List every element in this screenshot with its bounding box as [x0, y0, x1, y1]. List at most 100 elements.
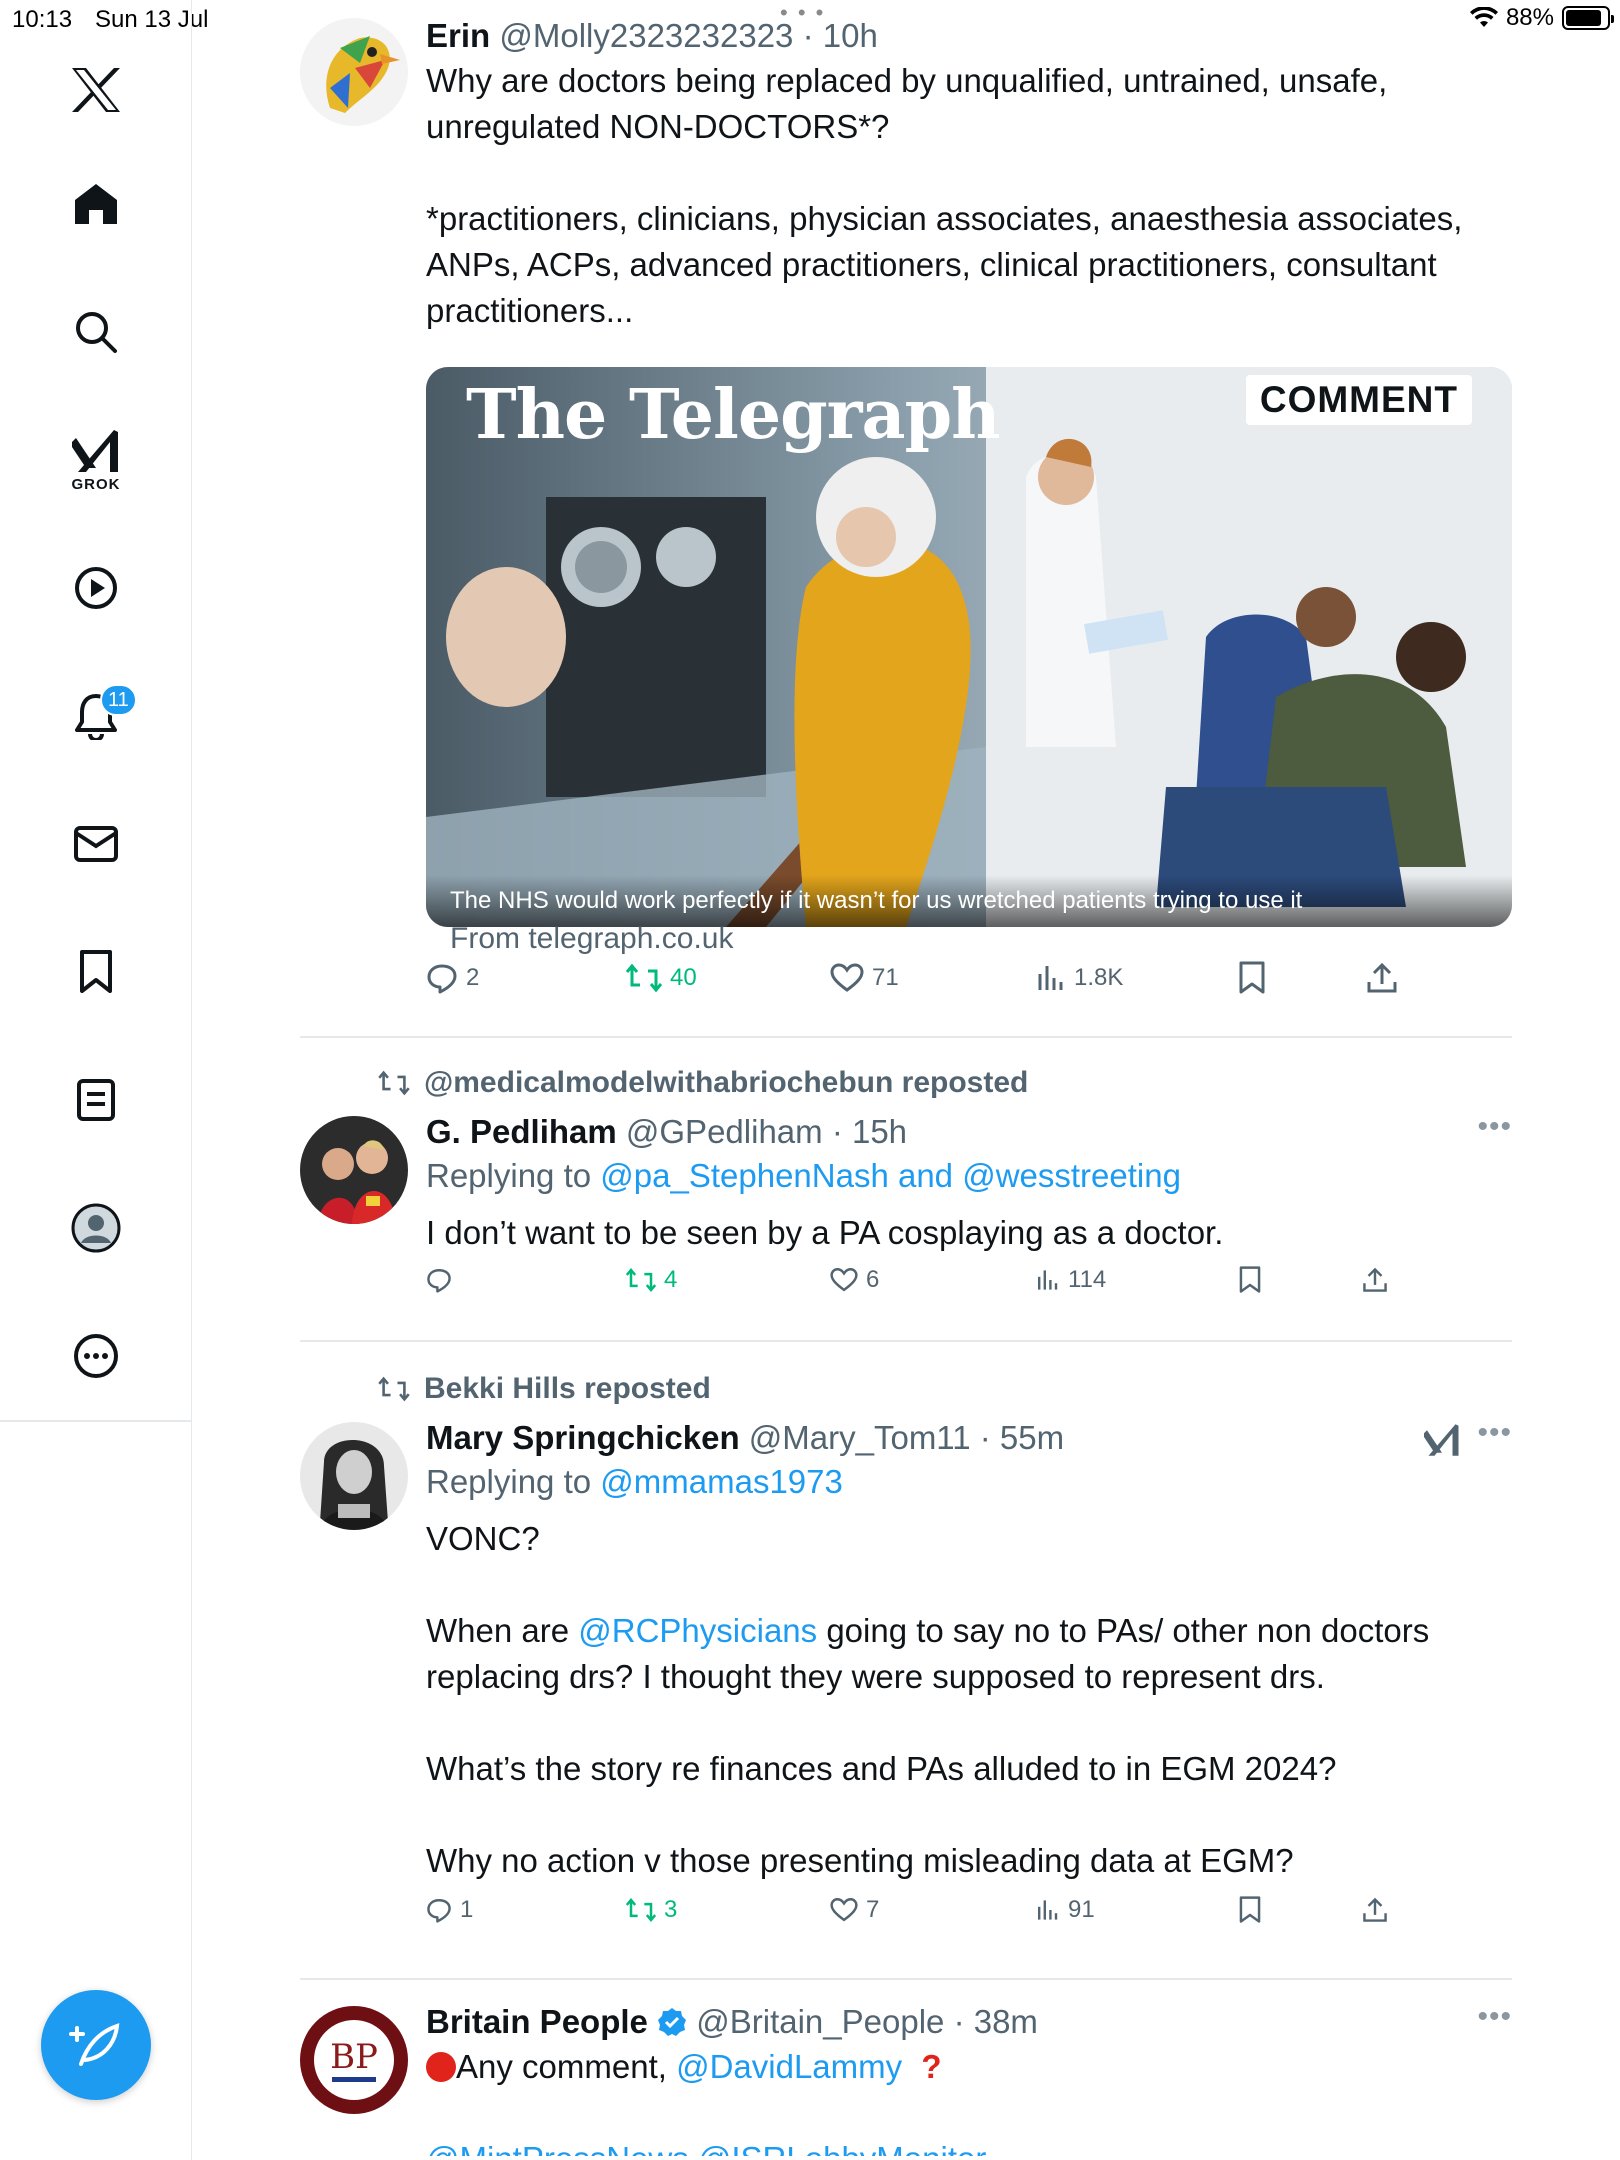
author-name[interactable]: G. Pedliham — [426, 1113, 617, 1150]
tweet-text-line1: VONC? — [426, 1520, 540, 1557]
views-icon — [1038, 966, 1063, 990]
sidebar-divider — [0, 1420, 192, 1422]
replying-to: Replying to @pa_StephenNash and @wesstre… — [426, 1154, 1512, 1198]
tweet-text: Any comment, @DavidLammy ? — [426, 2044, 1512, 2090]
mention-link[interactable]: @RCPhysicians — [578, 1612, 817, 1649]
compose-post-button[interactable] — [41, 1990, 151, 2100]
author-handle[interactable]: @GPedliham — [626, 1113, 823, 1150]
search-icon[interactable] — [56, 292, 136, 372]
views-icon — [1038, 1900, 1058, 1920]
reply-icon — [427, 964, 457, 994]
bookmark-button[interactable] — [1238, 961, 1266, 995]
mention-link[interactable]: @DavidLammy — [676, 2048, 902, 2085]
tweet-time[interactable]: · 15h — [832, 1113, 907, 1150]
share-icon — [1367, 962, 1397, 993]
home-icon[interactable] — [56, 164, 136, 244]
reply-button[interactable]: 2 — [426, 962, 479, 994]
author-handle[interactable]: @Molly2323232323 — [499, 17, 793, 54]
like-button[interactable]: 7 — [830, 1896, 879, 1924]
grok-explain-icon[interactable] — [1424, 1422, 1460, 1458]
author-name[interactable]: Mary Springchicken — [426, 1419, 740, 1456]
author-name[interactable]: Erin — [426, 17, 490, 54]
avatar[interactable]: BP — [300, 2006, 408, 2114]
tweet-text-line2: When are @RCPhysicians going to say no t… — [426, 1608, 1512, 1700]
heart-icon — [830, 1268, 858, 1292]
tweet-mary-springchicken[interactable]: Mary Springchicken @Mary_Tom11 · 55m Rep… — [300, 1416, 1512, 1976]
reply-button[interactable] — [426, 1267, 460, 1293]
share-button[interactable] — [1362, 1897, 1388, 1923]
image-caption: The NHS would work perfectly if it wasn’… — [426, 875, 1512, 927]
bookmark-button[interactable] — [1238, 1896, 1262, 1924]
lists-icon[interactable] — [56, 1060, 136, 1140]
bookmark-icon — [1239, 961, 1265, 994]
repost-attribution[interactable]: Bekki Hills reposted — [378, 1372, 711, 1406]
repost-icon — [378, 1070, 410, 1096]
avatar[interactable] — [300, 1422, 408, 1530]
like-button[interactable]: 6 — [830, 1266, 879, 1294]
repost-button[interactable]: 4 — [626, 1266, 677, 1294]
tweet-text: I don’t want to be seen by a PA cosplayi… — [426, 1214, 1224, 1251]
reply-button[interactable]: 1 — [426, 1896, 473, 1924]
replying-to: Replying to @mmamas1973 — [426, 1460, 1512, 1504]
avatar-initials: BP — [330, 2036, 378, 2077]
more-options-icon[interactable]: ••• — [1477, 1416, 1512, 1450]
tweet-header: Erin @Molly2323232323 · 10h — [426, 14, 1512, 58]
views-button[interactable]: 91 — [1036, 1896, 1095, 1924]
notifications-badge: 11 — [100, 684, 137, 716]
tweet-britain-people[interactable]: BP Britain People @Britain_People · 38m … — [300, 2000, 1512, 2160]
more-options-icon[interactable]: ••• — [1477, 2000, 1512, 2034]
messages-icon[interactable] — [56, 804, 136, 884]
grok-icon[interactable]: GROK — [56, 410, 136, 510]
video-icon[interactable] — [56, 548, 136, 628]
replying-to-link[interactable]: @mmamas1973 — [600, 1463, 843, 1500]
more-menu-icon[interactable] — [56, 1316, 136, 1396]
tweet-time[interactable]: · 55m — [980, 1419, 1064, 1456]
views-count: 114 — [1068, 1266, 1107, 1293]
author-name[interactable]: Britain People — [426, 2003, 648, 2040]
tweet-time[interactable]: · 10h — [803, 17, 878, 54]
repost-button[interactable]: 40 — [626, 963, 697, 993]
tweet-time[interactable]: · 38m — [954, 2003, 1038, 2040]
battery-icon — [1562, 6, 1614, 30]
views-count: 91 — [1068, 1896, 1095, 1923]
replying-prefix: Replying to — [426, 1157, 601, 1194]
views-button[interactable]: 114 — [1036, 1266, 1106, 1294]
link-source[interactable]: From telegraph.co.uk — [450, 922, 733, 956]
author-handle[interactable]: @Mary_Tom11 — [749, 1419, 971, 1456]
repost-attribution[interactable]: @medicalmodelwithabriochebun reposted — [378, 1066, 1028, 1100]
link-card-image[interactable]: The Telegraph COMMENT The NHS would work… — [426, 367, 1512, 927]
repost-icon — [378, 1376, 410, 1402]
share-button[interactable] — [1366, 962, 1398, 994]
avatar[interactable] — [300, 1116, 408, 1224]
repost-button[interactable]: 3 — [626, 1896, 677, 1924]
more-options-icon[interactable]: ••• — [1477, 1110, 1512, 1144]
compose-feather-icon — [69, 2023, 120, 2066]
bookmark-button[interactable] — [1238, 1266, 1262, 1294]
profile-icon[interactable] — [56, 1188, 136, 1268]
like-count: 6 — [866, 1266, 880, 1293]
repost-count: 40 — [670, 964, 697, 991]
verified-badge-icon — [658, 2008, 687, 2036]
avatar[interactable] — [300, 18, 408, 126]
tweet-separator — [300, 1036, 1512, 1038]
author-handle[interactable]: @Britain_People — [696, 2003, 944, 2040]
share-button[interactable] — [1362, 1267, 1388, 1293]
views-button[interactable]: 1.8K — [1036, 964, 1123, 992]
views-count: 1.8K — [1074, 964, 1124, 991]
tweet-pedliham[interactable]: G. Pedliham @GPedliham · 15h Replying to… — [300, 1110, 1512, 1330]
tweet-separator — [300, 1978, 1512, 1980]
replying-to-link[interactable]: @pa_StephenNash and @wesstreeting — [600, 1157, 1181, 1194]
reply-icon — [427, 1899, 451, 1923]
notifications-icon[interactable]: 11 — [56, 676, 137, 756]
tweet-text-footnote: *practitioners, clinicians, physician as… — [426, 200, 1463, 329]
repost-count: 3 — [664, 1896, 678, 1923]
repost-icon — [626, 1898, 656, 1922]
tweet-text-cut[interactable]: @MintPressNews @ISRLobbyMonitor — [426, 2136, 1512, 2156]
text-segment: When are — [426, 1612, 579, 1649]
bookmarks-icon[interactable] — [56, 932, 136, 1012]
x-logo-icon[interactable] — [56, 50, 136, 130]
share-icon — [1363, 1897, 1387, 1922]
like-button[interactable]: 71 — [830, 963, 899, 993]
tweet-erin[interactable]: Erin @Molly2323232323 · 10h Why are doct… — [300, 14, 1512, 1034]
tweet-header: Mary Springchicken @Mary_Tom11 · 55m — [426, 1416, 1512, 1460]
